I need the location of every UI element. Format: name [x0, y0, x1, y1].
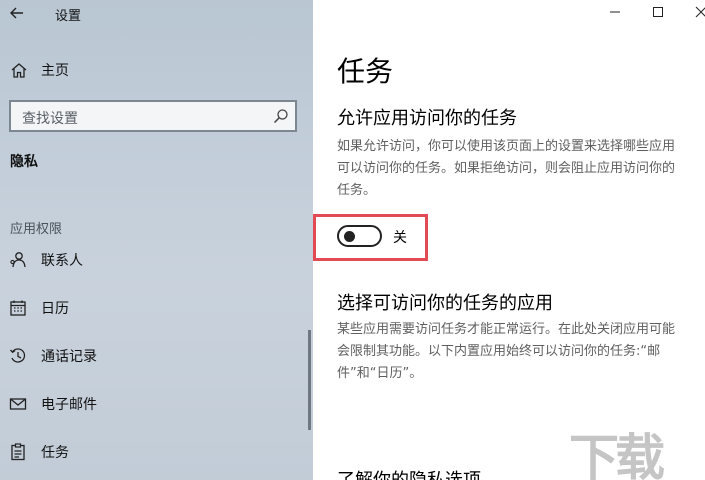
contacts-icon	[9, 251, 27, 273]
email-icon	[9, 395, 27, 417]
allow-access-description: 如果允许访问，你可以使用该页面上的设置来选择哪些应用可以访问你的任务。如果拒绝访…	[337, 139, 676, 198]
sidebar-item-contacts[interactable]: 联系人	[0, 245, 313, 275]
back-arrow-icon	[10, 7, 23, 19]
sidebar-item-call-history[interactable]: 通话记录	[0, 341, 313, 371]
search-input[interactable]: 查找设置	[9, 100, 297, 132]
titlebar-left: 设置	[0, 0, 313, 28]
maximize-button[interactable]	[646, 2, 670, 22]
sidebar-item-tasks[interactable]: 任务	[0, 437, 313, 467]
learn-privacy-heading[interactable]: 了解你的隐私选项	[337, 466, 481, 480]
minimize-button[interactable]	[603, 2, 627, 22]
sidebar-item-label: 联系人	[41, 253, 83, 269]
page-title: 任务	[337, 55, 394, 88]
choose-apps-heading: 选择可访问你的任务的应用	[337, 293, 553, 314]
tasks-icon	[9, 443, 27, 465]
sidebar-item-label: 任务	[41, 445, 69, 461]
sidebar-item-label: 主页	[41, 63, 69, 79]
call-history-icon	[9, 347, 27, 369]
main-content: 任务 允许应用访问你的任务 如果允许访问，你可以使用该页面上的设置来选择哪些应用…	[313, 0, 705, 480]
sidebar: 设置 主页 查找设置 隐私 应用权限 联系人 日历 通话记录 电子邮件 任务	[0, 0, 313, 480]
maximize-icon	[653, 7, 663, 17]
sidebar-item-label: 电子邮件	[41, 397, 97, 413]
watermark-logo: 下载吧	[569, 429, 665, 480]
search-placeholder: 查找设置	[22, 111, 78, 127]
sidebar-item-label: 日历	[41, 301, 69, 317]
sidebar-item-home[interactable]: 主页	[0, 56, 313, 84]
close-button[interactable]	[689, 2, 705, 22]
calendar-icon	[9, 299, 27, 321]
toggle-state-label: 关	[393, 230, 407, 246]
allow-access-heading: 允许应用访问你的任务	[337, 108, 517, 129]
minimize-icon	[610, 11, 620, 13]
allow-access-toggle[interactable]	[337, 225, 382, 247]
back-button[interactable]	[4, 2, 30, 24]
toggle-knob	[344, 231, 355, 242]
choose-apps-description: 某些应用需要访问任务才能正常运行。在此处关闭应用可能会限制其功能。以下内置应用始…	[337, 322, 676, 381]
section-title-privacy: 隐私	[10, 154, 38, 170]
sidebar-item-email[interactable]: 电子邮件	[0, 389, 313, 419]
close-icon	[695, 6, 705, 18]
sidebar-item-calendar[interactable]: 日历	[0, 293, 313, 323]
search-icon[interactable]	[273, 108, 289, 128]
sidebar-scrollbar[interactable]	[308, 330, 311, 430]
group-label-app-permissions: 应用权限	[10, 222, 63, 237]
app-title: 设置	[55, 9, 82, 24]
sidebar-item-label: 通话记录	[41, 349, 97, 365]
home-icon	[10, 62, 28, 82]
